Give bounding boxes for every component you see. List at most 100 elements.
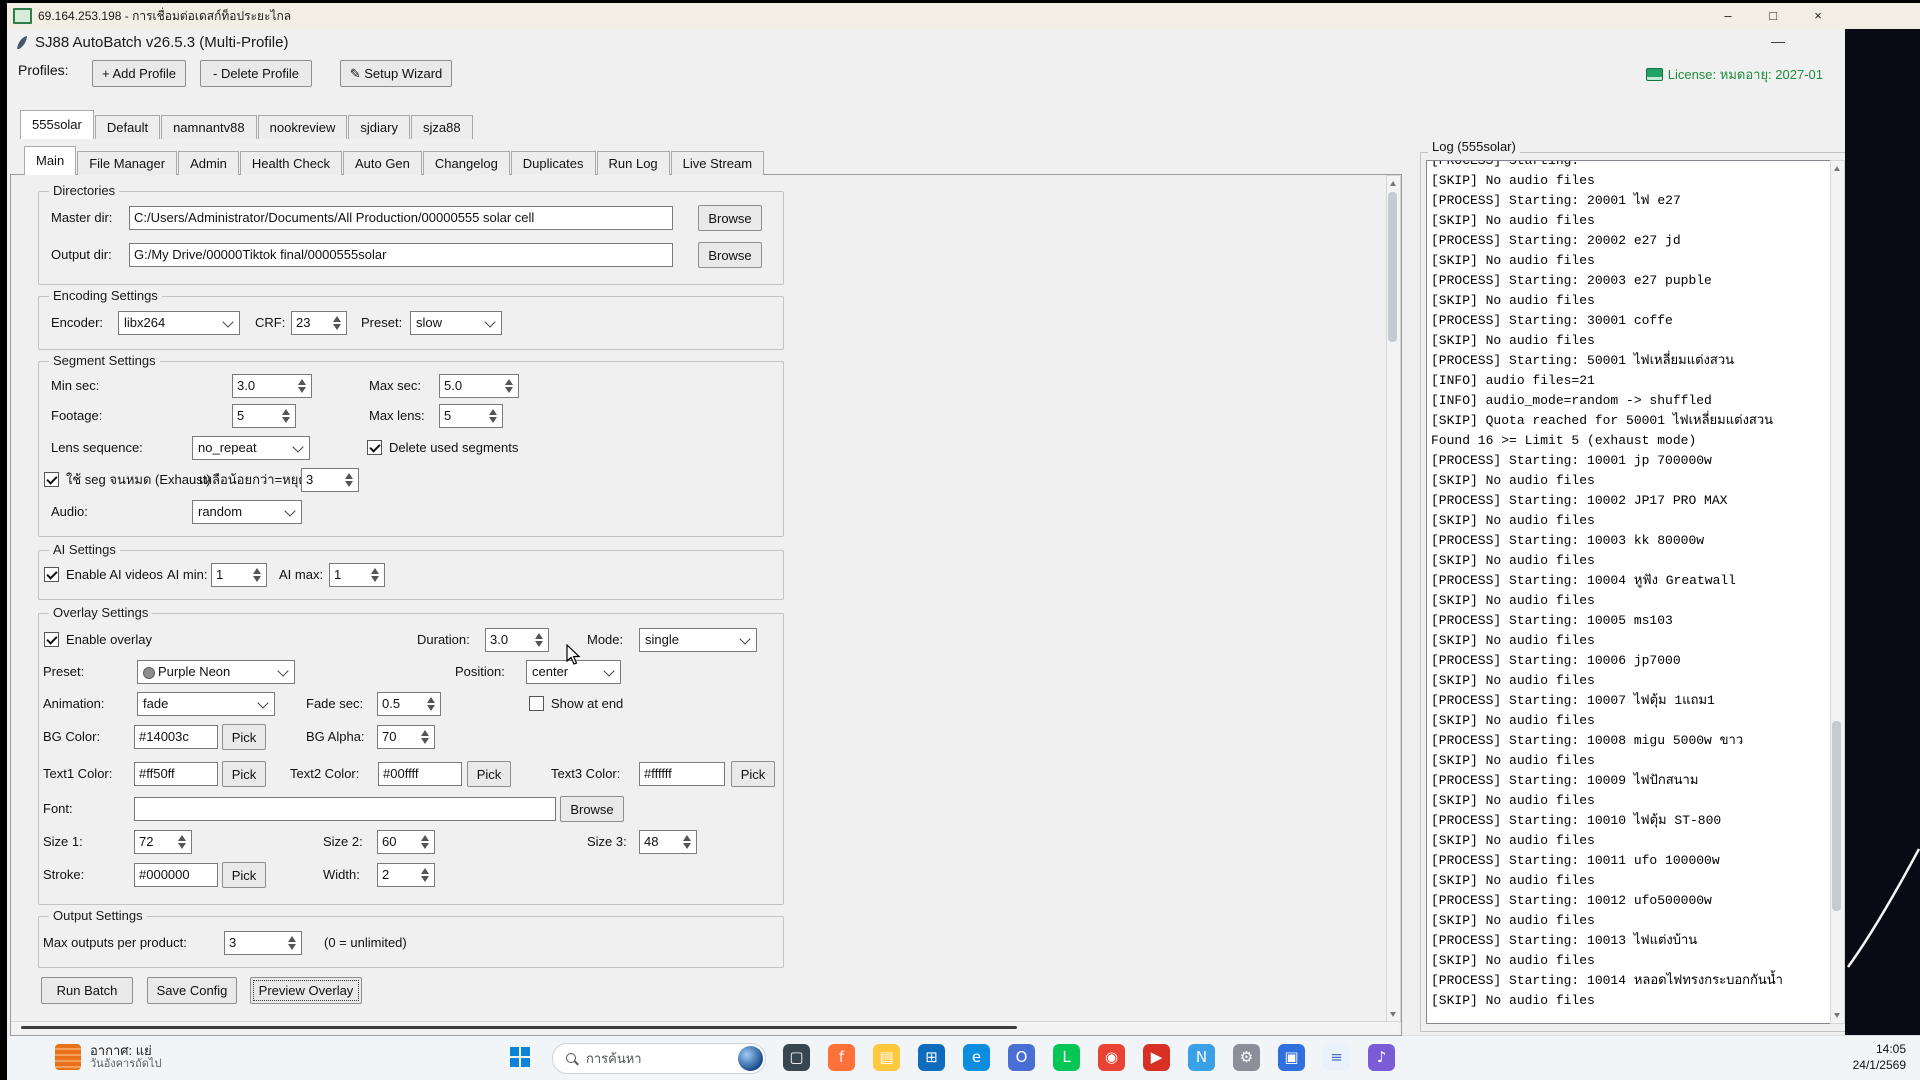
- delete-used-segments-checkbox[interactable]: [367, 440, 382, 455]
- tab-live-stream[interactable]: Live Stream: [670, 151, 765, 175]
- size2-stepper[interactable]: 60: [377, 830, 435, 854]
- stroke-color-input[interactable]: #000000: [134, 863, 218, 887]
- stroke-width-stepper[interactable]: 2: [377, 863, 435, 887]
- ai-max-stepper[interactable]: 1: [329, 563, 385, 587]
- font-browse-button[interactable]: Browse: [560, 796, 624, 822]
- log-scroll-thumb[interactable]: [1832, 721, 1841, 911]
- tab-file-manager[interactable]: File Manager: [77, 151, 178, 175]
- maximize-button[interactable]: □: [1758, 3, 1788, 29]
- show-at-end-checkbox[interactable]: [529, 696, 544, 711]
- max-lens-stepper[interactable]: 5: [439, 404, 503, 428]
- setup-wizard-button[interactable]: ✎ Setup Wizard: [340, 60, 452, 87]
- min-sec-label: Min sec:: [51, 378, 100, 393]
- master-dir-input[interactable]: C:/Users/Administrator/Documents/All Pro…: [129, 206, 673, 230]
- edge-icon[interactable]: e: [963, 1044, 990, 1071]
- stroke-pick-button[interactable]: Pick: [222, 862, 266, 888]
- taskbar-search[interactable]: การค้นหา: [552, 1043, 766, 1074]
- main-vertical-scrollbar[interactable]: [1386, 175, 1401, 1023]
- tab-auto-gen[interactable]: Auto Gen: [342, 151, 422, 175]
- enable-ai-videos-checkbox[interactable]: [44, 567, 59, 582]
- output-browse-button[interactable]: Browse: [698, 242, 762, 268]
- youtube-icon[interactable]: ▶: [1143, 1044, 1170, 1071]
- chrome-icon[interactable]: ◉: [1098, 1044, 1125, 1071]
- firefox-icon[interactable]: f: [828, 1044, 855, 1071]
- main-vscroll-thumb[interactable]: [1388, 192, 1397, 342]
- media-player-icon[interactable]: ♪: [1368, 1044, 1395, 1071]
- max-outputs-stepper[interactable]: 3: [224, 931, 302, 955]
- text1-color-input[interactable]: #ff50ff: [134, 762, 218, 786]
- ai-min-stepper[interactable]: 1: [211, 563, 267, 587]
- animation-select[interactable]: fade: [137, 692, 275, 716]
- minimize-button[interactable]: –: [1713, 3, 1743, 29]
- output-dir-input[interactable]: G:/My Drive/00000Tiktok final/0000555sol…: [129, 243, 673, 267]
- encoder-select[interactable]: libx264: [118, 311, 240, 335]
- profile-tab-555solar[interactable]: 555solar: [20, 110, 94, 139]
- profile-tab-nookreview[interactable]: nookreview: [257, 115, 348, 139]
- profile-tab-default[interactable]: Default: [94, 115, 161, 139]
- log-line-partial: [PROCESS] Starting:: [1431, 160, 1580, 168]
- notepad-icon[interactable]: ≡: [1323, 1044, 1350, 1071]
- outlook-icon[interactable]: O: [1008, 1044, 1035, 1071]
- overlay-preset-select[interactable]: Purple Neon: [137, 660, 295, 684]
- bg-color-input[interactable]: #14003c: [134, 725, 218, 749]
- photos-icon[interactable]: ▣: [1278, 1044, 1305, 1071]
- microsoft-store-icon[interactable]: ⊞: [918, 1044, 945, 1071]
- notepad-plus-icon[interactable]: N: [1188, 1044, 1215, 1071]
- text3-pick-button[interactable]: Pick: [731, 761, 775, 787]
- app-minimize-button[interactable]: —: [1761, 29, 1795, 56]
- remain-threshold-stepper[interactable]: 3: [301, 468, 359, 492]
- bg-color-pick-button[interactable]: Pick: [222, 724, 266, 750]
- log-scroll-up-arrow[interactable]: [1834, 166, 1840, 171]
- start-button[interactable]: [510, 1047, 530, 1067]
- run-batch-button[interactable]: Run Batch: [41, 977, 133, 1004]
- tab-health-check[interactable]: Health Check: [239, 151, 342, 175]
- settings-gear-icon[interactable]: ⚙: [1233, 1044, 1260, 1071]
- text1-pick-button[interactable]: Pick: [222, 761, 266, 787]
- taskbar-weather-widget[interactable]: อากาศ: แย่ วันอังคารถัดไป: [55, 1043, 161, 1071]
- mode-select[interactable]: single: [639, 628, 757, 652]
- profile-tab-sjza88[interactable]: sjza88: [410, 115, 473, 139]
- exhaust-checkbox[interactable]: [44, 472, 59, 487]
- max-sec-stepper[interactable]: 5.0: [439, 374, 519, 398]
- add-profile-button[interactable]: + Add Profile: [92, 60, 186, 87]
- text3-color-input[interactable]: #ffffff: [639, 762, 725, 786]
- fade-sec-stepper[interactable]: 0.5: [377, 692, 441, 716]
- file-explorer-icon[interactable]: ▤: [873, 1044, 900, 1071]
- font-input[interactable]: [134, 797, 556, 821]
- save-config-button[interactable]: Save Config: [147, 977, 237, 1004]
- audio-select[interactable]: random: [192, 500, 302, 524]
- tab-admin[interactable]: Admin: [178, 151, 239, 175]
- tab-duplicates[interactable]: Duplicates: [510, 151, 596, 175]
- log-output[interactable]: [PROCESS] Starting: [SKIP] No audio file…: [1426, 160, 1832, 1024]
- enable-overlay-checkbox[interactable]: [44, 632, 59, 647]
- tab-run-log[interactable]: Run Log: [596, 151, 670, 175]
- preview-overlay-button[interactable]: Preview Overlay: [250, 977, 362, 1004]
- master-browse-button[interactable]: Browse: [698, 205, 762, 231]
- delete-profile-button[interactable]: - Delete Profile: [200, 60, 312, 87]
- monitor-icon[interactable]: ▢: [783, 1044, 810, 1071]
- scroll-down-arrow[interactable]: [1390, 1012, 1396, 1017]
- size1-stepper[interactable]: 72: [134, 830, 192, 854]
- bg-alpha-stepper[interactable]: 70: [377, 725, 435, 749]
- size3-stepper[interactable]: 48: [639, 830, 697, 854]
- line-icon[interactable]: L: [1053, 1044, 1080, 1071]
- main-hscroll-thumb[interactable]: [21, 1026, 1017, 1029]
- duration-stepper[interactable]: 3.0: [485, 628, 549, 652]
- tab-main[interactable]: Main: [24, 146, 77, 175]
- encode-preset-select[interactable]: slow: [410, 311, 502, 335]
- min-sec-stepper[interactable]: 3.0: [232, 374, 312, 398]
- log-scroll-down-arrow[interactable]: [1834, 1013, 1840, 1018]
- log-scrollbar[interactable]: [1830, 160, 1845, 1024]
- taskbar-clock[interactable]: 14:05 24/1/2569: [1853, 1041, 1906, 1073]
- profile-tab-sjdiary[interactable]: sjdiary: [348, 115, 410, 139]
- profile-tab-namnantv88[interactable]: namnantv88: [161, 115, 257, 139]
- footage-stepper[interactable]: 5: [232, 404, 296, 428]
- text2-pick-button[interactable]: Pick: [467, 761, 511, 787]
- crf-stepper[interactable]: 23: [291, 311, 347, 335]
- close-button[interactable]: ×: [1803, 3, 1833, 29]
- scroll-up-arrow[interactable]: [1390, 181, 1396, 186]
- main-horizontal-scrollbar[interactable]: [11, 1021, 1399, 1034]
- text2-color-input[interactable]: #00ffff: [378, 762, 462, 786]
- tab-changelog[interactable]: Changelog: [422, 151, 510, 175]
- lens-sequence-select[interactable]: no_repeat: [192, 436, 310, 460]
